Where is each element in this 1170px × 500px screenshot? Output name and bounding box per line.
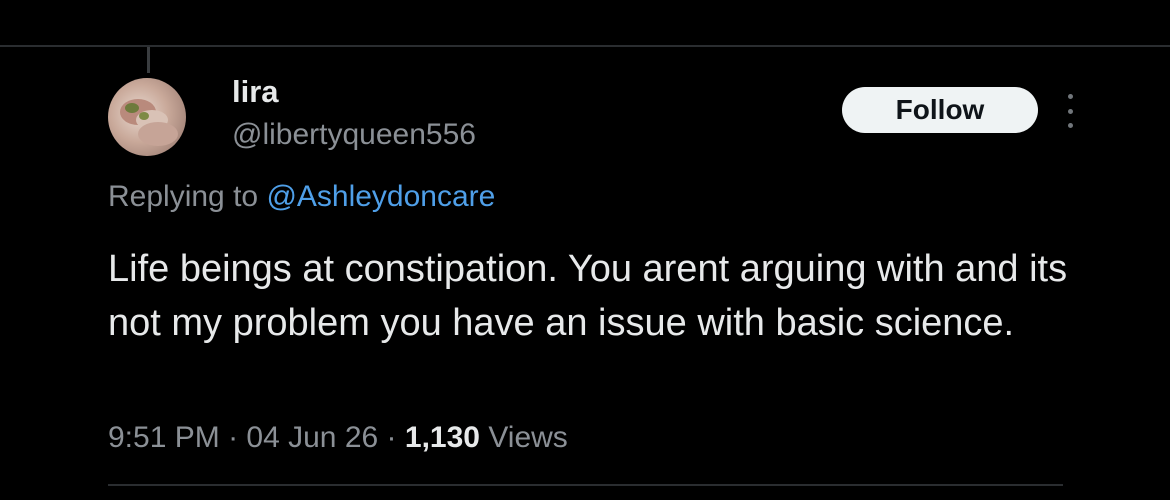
avatar[interactable] <box>108 78 186 156</box>
bottom-divider <box>108 484 1063 486</box>
author-handle[interactable]: @libertyqueen556 <box>232 118 476 152</box>
meta-separator: · <box>228 421 239 454</box>
tweet-metadata: 9:51 PM · 04 Jun 26 · 1,130 Views <box>108 421 568 455</box>
tweet-date[interactable]: 04 Jun 26 <box>246 421 378 454</box>
replying-to-line: Replying to @Ashleydoncare <box>108 180 495 214</box>
replying-prefix: Replying to <box>108 180 259 213</box>
author-display-name[interactable]: lira <box>232 74 279 110</box>
follow-button[interactable]: Follow <box>842 87 1038 133</box>
views-count[interactable]: 1,130 <box>405 421 480 454</box>
thread-connector-line <box>147 47 150 73</box>
top-divider <box>0 45 1170 47</box>
views-label: Views <box>488 421 568 454</box>
tweet-text: Life beings at constipation. You arent a… <box>108 248 1068 344</box>
more-vertical-icon[interactable] <box>1060 94 1080 128</box>
meta-separator: · <box>386 421 397 454</box>
replying-to-mention[interactable]: @Ashleydoncare <box>266 180 495 213</box>
tweet-time[interactable]: 9:51 PM <box>108 421 220 454</box>
